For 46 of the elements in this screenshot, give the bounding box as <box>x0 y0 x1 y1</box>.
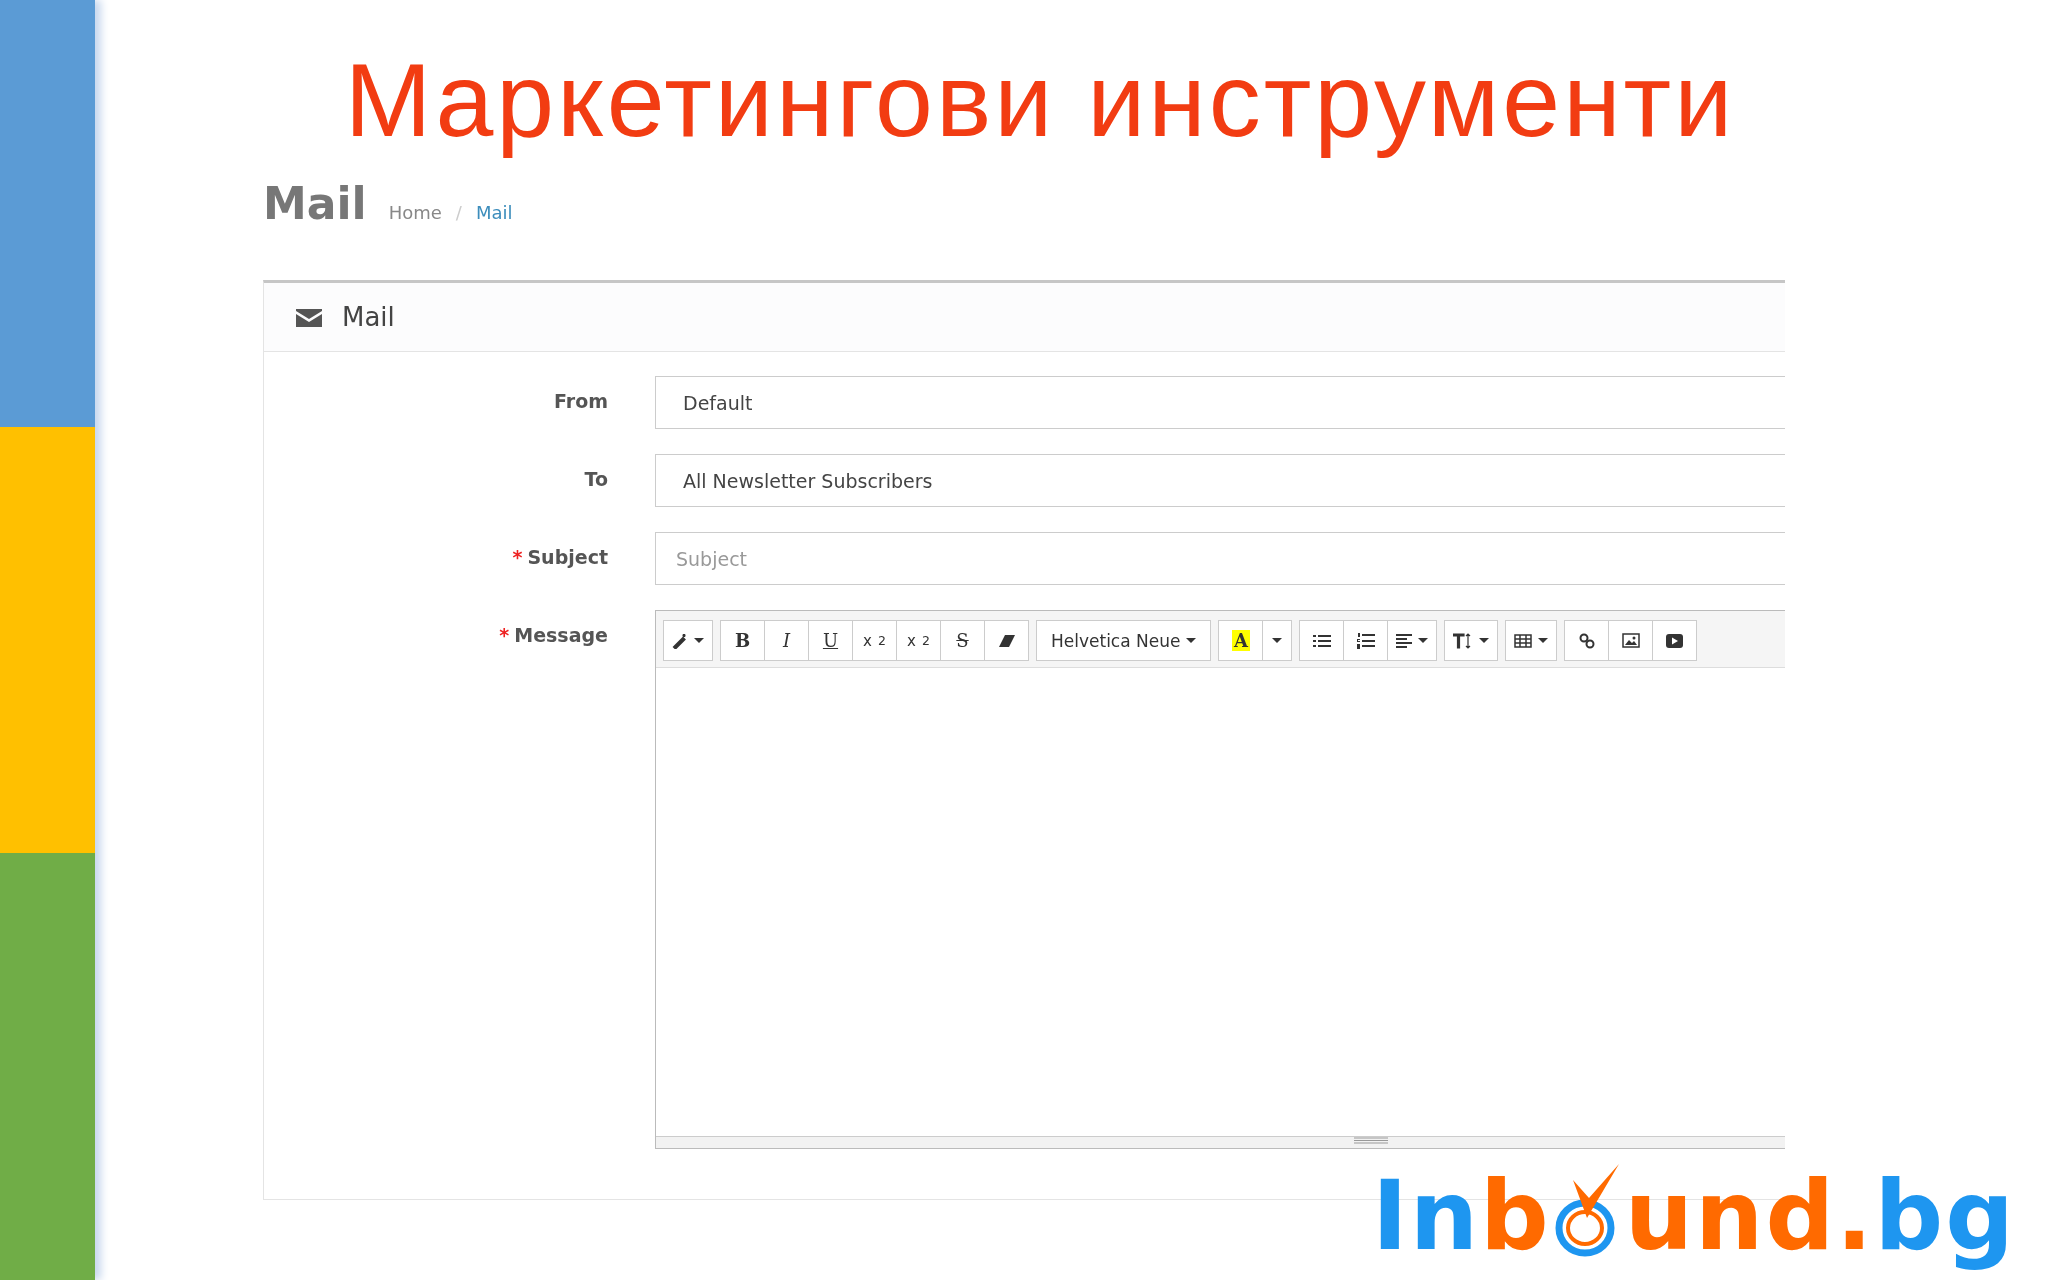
envelope-icon <box>296 307 322 327</box>
required-mark: * <box>499 624 510 646</box>
wand-icon <box>672 632 688 649</box>
image-button[interactable] <box>1608 620 1654 661</box>
video-icon <box>1666 633 1684 648</box>
line-height-button[interactable] <box>1444 620 1499 661</box>
input-field[interactable]: Subject <box>655 532 1785 585</box>
align-button[interactable] <box>1387 620 1438 661</box>
required-mark: * <box>512 546 523 568</box>
numbered-list-button[interactable] <box>1343 620 1389 661</box>
breadcrumb-link[interactable]: Mail <box>475 202 513 223</box>
strikethrough-button[interactable]: S <box>940 620 985 661</box>
video-button[interactable] <box>1652 620 1698 661</box>
logo-letters: b <box>1479 1166 1551 1266</box>
image-icon <box>1621 633 1640 648</box>
color-dropdown[interactable] <box>1262 620 1293 661</box>
bullet-list-button[interactable] <box>1299 620 1345 661</box>
table-icon <box>1514 633 1533 648</box>
select-field[interactable]: Default <box>655 376 1785 429</box>
page-title: Mail <box>263 178 367 229</box>
field-label: Subject <box>527 546 608 568</box>
font-dropdown[interactable]: Helvetica Neue <box>1036 620 1212 661</box>
select-field[interactable]: All Newsletter Subscribers <box>655 454 1785 507</box>
eraser-button[interactable] <box>984 620 1029 661</box>
text-color-button[interactable]: A <box>1218 620 1264 661</box>
slide-title: Маркетингови инструменти <box>343 41 1737 160</box>
link-button[interactable] <box>1564 620 1610 661</box>
field-label: From <box>554 390 608 412</box>
bold-button[interactable]: B <box>720 620 765 661</box>
align-icon <box>1396 633 1413 648</box>
field-label: To <box>584 468 608 490</box>
link-icon <box>1578 632 1595 649</box>
underline-button[interactable]: U <box>808 620 853 661</box>
italic-button[interactable]: I <box>764 620 809 661</box>
grip-icon <box>1353 1137 1388 1144</box>
numbered-list-icon <box>1356 632 1375 649</box>
logo-letters: und. <box>1624 1166 1875 1266</box>
style-button[interactable] <box>663 620 713 661</box>
field-label: Message <box>514 624 608 646</box>
breadcrumb-link[interactable]: Home <box>388 202 442 223</box>
panel-title: Mail <box>342 302 395 332</box>
logo-letters: In <box>1371 1166 1480 1266</box>
eraser-icon <box>997 633 1016 648</box>
bullet-list-icon <box>1312 633 1331 648</box>
table-button[interactable] <box>1505 620 1558 661</box>
breadcrumb-separator: / <box>455 202 462 223</box>
